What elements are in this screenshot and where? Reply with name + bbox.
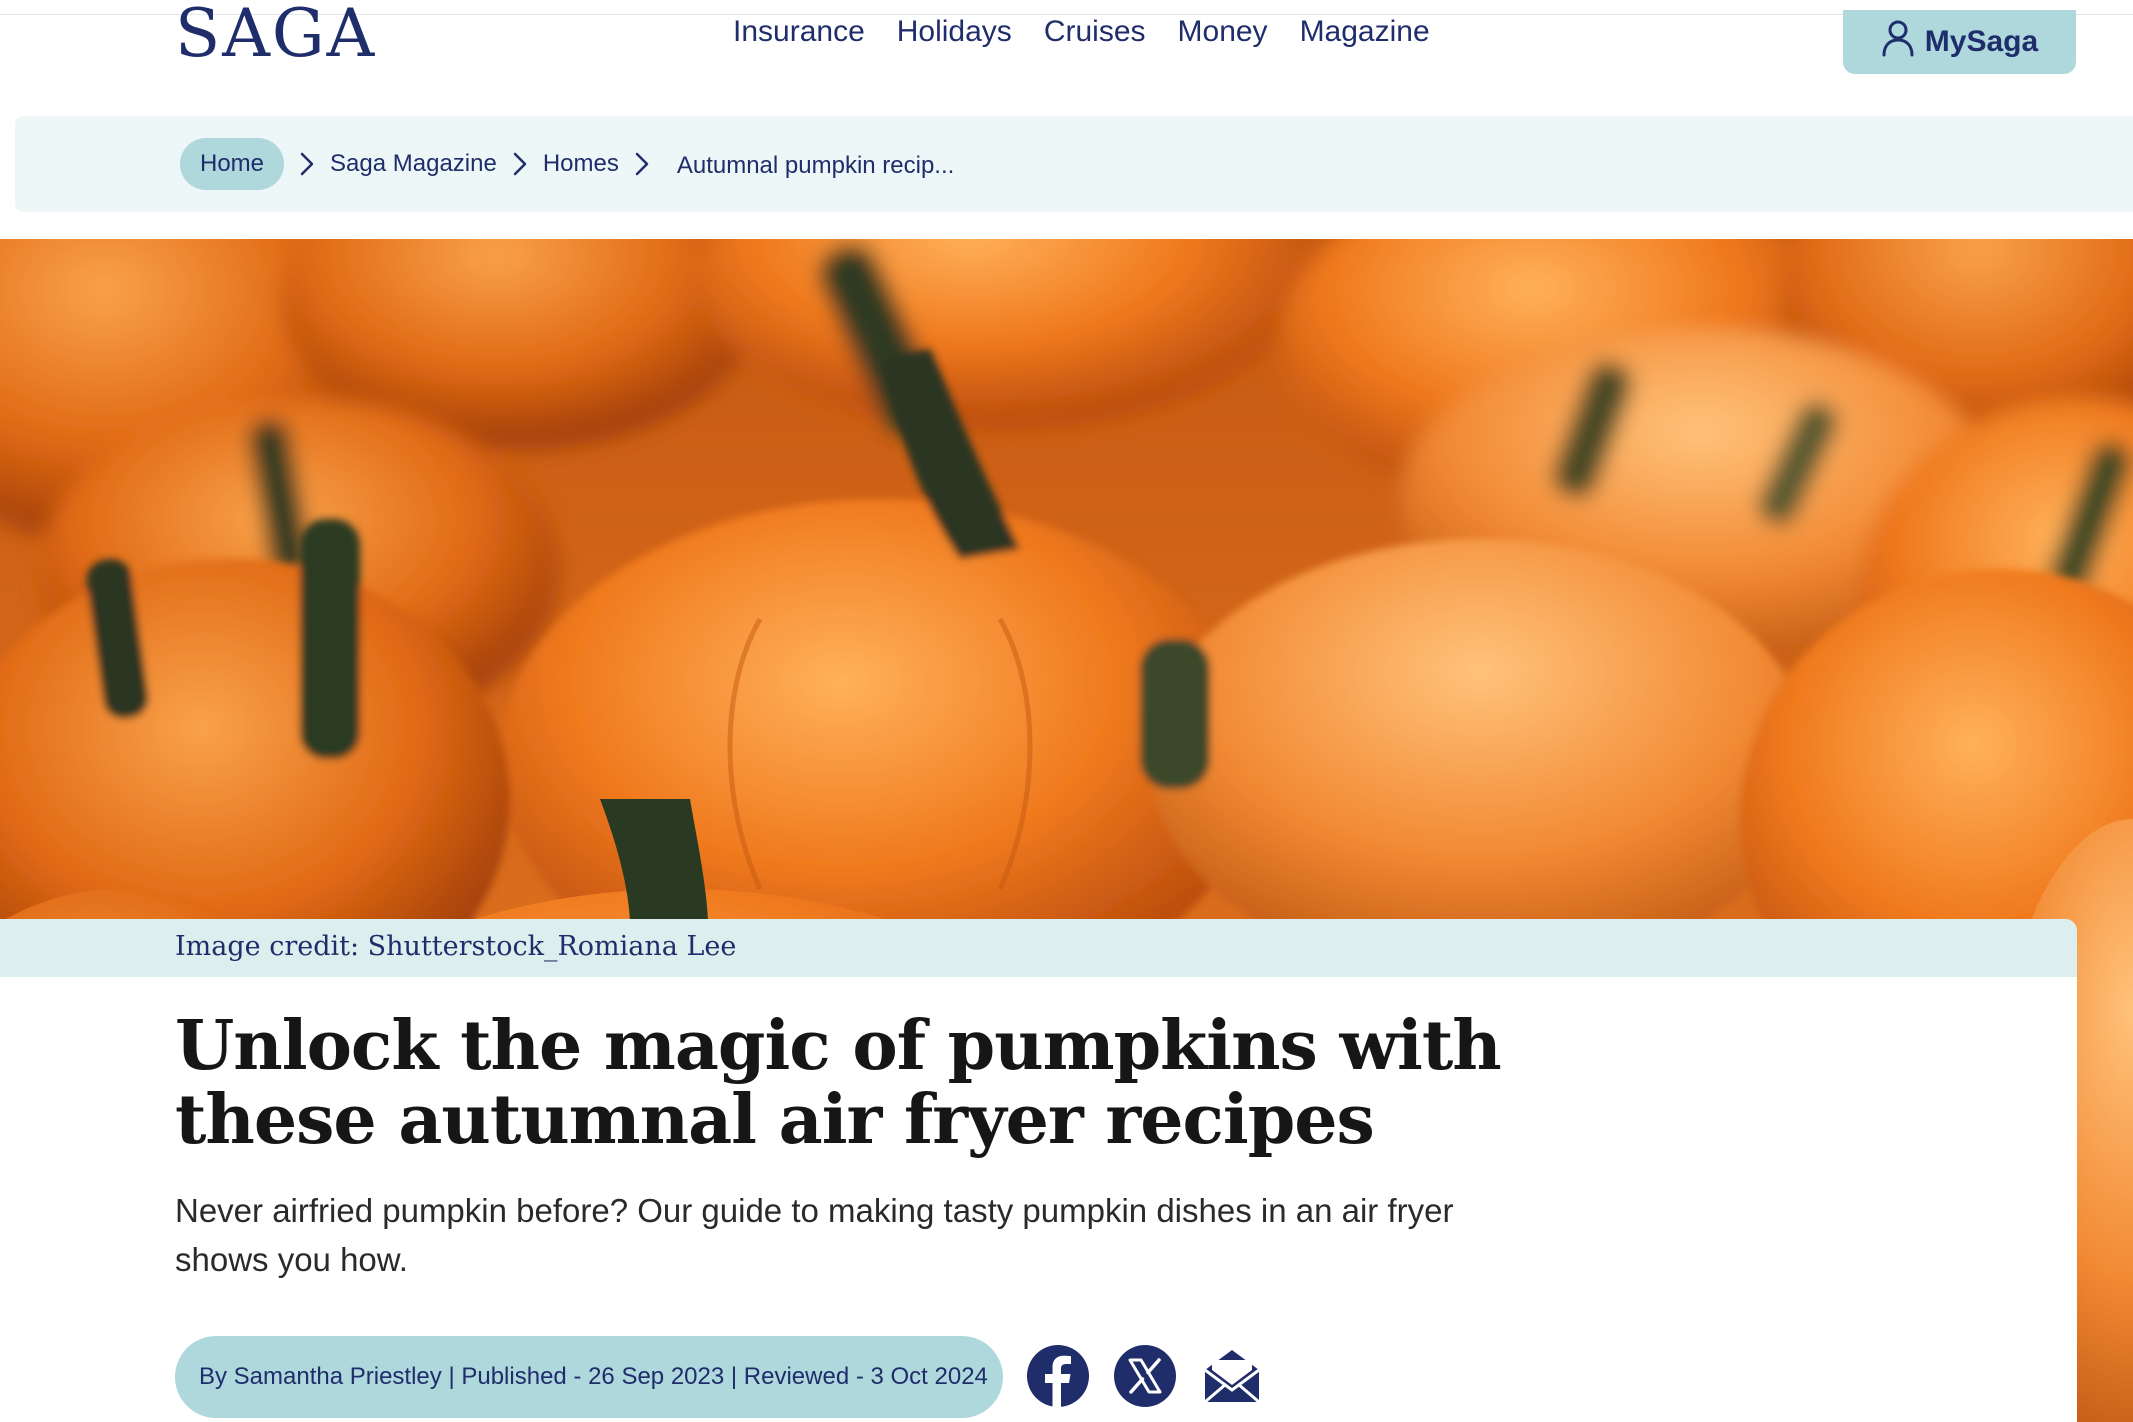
- x-icon: [1114, 1345, 1176, 1407]
- email-share-button[interactable]: [1200, 1344, 1264, 1408]
- mysaga-label: MySaga: [1924, 25, 2039, 58]
- breadcrumb-homes[interactable]: Homes: [543, 138, 619, 190]
- nav-insurance[interactable]: Insurance: [733, 10, 865, 54]
- article-byline: By Samantha Priestley | Published - 26 S…: [175, 1336, 1003, 1418]
- article-title-line-1: Unlock the magic of pumpkins with: [175, 1006, 1502, 1086]
- mysaga-button[interactable]: MySaga: [1843, 10, 2076, 74]
- breadcrumb-home[interactable]: Home: [180, 138, 285, 190]
- chevron-right-icon: [627, 138, 657, 190]
- nav-holidays[interactable]: Holidays: [897, 10, 1012, 54]
- x-share-button[interactable]: [1113, 1344, 1177, 1408]
- breadcrumb-current: Autumnal pumpkin recip...: [676, 152, 955, 179]
- breadcrumb-saga-magazine[interactable]: Saga Magazine: [330, 138, 497, 190]
- article-card: Image credit: Shutterstock_Romiana Lee U…: [0, 919, 2077, 1422]
- article-title-line-2: these autumnal air fryer recipes: [175, 1080, 1375, 1160]
- page: SAGA Insurance Holidays Cruises Money Ma…: [0, 0, 2133, 1422]
- facebook-share-button[interactable]: [1026, 1344, 1090, 1408]
- user-icon: [1881, 19, 1915, 65]
- chevron-right-icon: [505, 138, 535, 190]
- nav-cruises[interactable]: Cruises: [1044, 10, 1146, 54]
- article-title: Unlock the magic of pumpkins with these …: [175, 1009, 1675, 1157]
- chevron-right-icon: [292, 138, 322, 190]
- nav-magazine[interactable]: Magazine: [1300, 10, 1430, 54]
- main-nav: Insurance Holidays Cruises Money Magazin…: [733, 10, 1462, 54]
- email-icon: [1204, 1350, 1260, 1404]
- facebook-icon: [1027, 1345, 1089, 1408]
- saga-logo[interactable]: SAGA: [175, 0, 376, 74]
- article-standfirst: Never airfried pumpkin before? Our guide…: [175, 1192, 1454, 1278]
- nav-money[interactable]: Money: [1178, 10, 1268, 54]
- breadcrumb: Home Saga Magazine Homes Autumnal pumpki…: [180, 138, 954, 190]
- image-credit: Image credit: Shutterstock_Romiana Lee: [175, 931, 737, 962]
